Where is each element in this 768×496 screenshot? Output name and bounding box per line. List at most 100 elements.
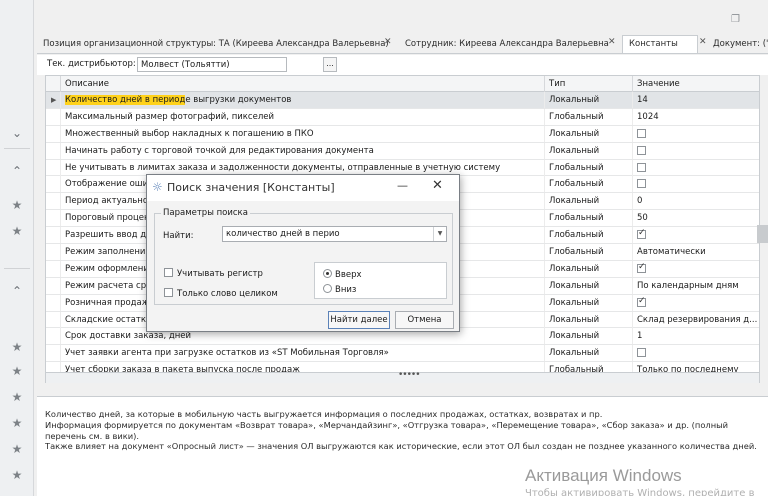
cell-type[interactable]: Глобальный xyxy=(545,108,633,125)
star-icon[interactable]: ★ xyxy=(0,416,34,430)
direction-down-radio[interactable]: Вниз xyxy=(323,284,356,295)
direction-group: Вверх Вниз xyxy=(314,262,447,299)
cell-value[interactable] xyxy=(633,261,759,277)
find-input[interactable]: количество дней в перио ▼ xyxy=(222,226,447,242)
tab-constants[interactable]: Константы xyxy=(622,35,698,53)
cell-value[interactable]: По календарным дням xyxy=(633,278,759,294)
cell-type[interactable]: Глобальный xyxy=(545,159,633,176)
chevron-down-icon[interactable]: ⌄ xyxy=(0,126,34,140)
checkbox-icon[interactable] xyxy=(164,288,173,297)
chevron-up-icon[interactable]: ⌃ xyxy=(0,284,34,298)
checkbox-icon[interactable] xyxy=(637,179,646,189)
table-row[interactable]: Максимальный размер фотографий, пикселей… xyxy=(46,108,759,126)
cell-value[interactable]: 0 xyxy=(633,193,759,209)
cell-value[interactable] xyxy=(633,126,759,142)
distributor-field[interactable]: Молвест (Тольятти) xyxy=(137,57,287,72)
cancel-button[interactable]: Отмена xyxy=(395,311,454,329)
cell-value[interactable]: 14 xyxy=(633,92,759,108)
star-icon[interactable]: ★ xyxy=(0,468,34,482)
whole-word-checkbox[interactable]: Только слово целиком xyxy=(164,288,278,299)
cell-value[interactable]: Автоматически xyxy=(633,244,759,260)
cell-type[interactable]: Глобальный xyxy=(545,362,633,372)
checkbox-icon[interactable] xyxy=(637,348,646,358)
cell-value[interactable] xyxy=(633,160,759,176)
cell-value[interactable] xyxy=(633,345,759,361)
table-row[interactable]: Множественный выбор накладных к погашени… xyxy=(46,125,759,143)
chevron-up-icon[interactable]: ⌃ xyxy=(0,164,34,178)
checkbox-checked-icon[interactable] xyxy=(637,262,646,273)
cell-type[interactable]: Локальный xyxy=(545,345,633,362)
cell-value[interactable] xyxy=(633,143,759,159)
star-icon[interactable]: ★ xyxy=(0,198,34,212)
description-line: Информация формируется по документам «Во… xyxy=(45,419,729,441)
cell-type[interactable]: Локальный xyxy=(545,277,633,294)
match-case-checkbox[interactable]: Учитывать регистр xyxy=(164,268,263,279)
cell-value[interactable]: 50 xyxy=(633,210,759,226)
tab-document[interactable]: Документ: (' xyxy=(707,36,768,53)
checkbox-checked-icon[interactable] xyxy=(637,296,646,307)
cell-description[interactable]: Начинать работу с торговой точкой для ре… xyxy=(61,142,545,159)
star-icon[interactable]: ★ xyxy=(0,340,34,354)
cell-value[interactable]: 1 xyxy=(633,328,759,344)
cell-type[interactable]: Локальный xyxy=(545,125,633,142)
scroll-thumb[interactable] xyxy=(757,225,768,243)
star-icon[interactable]: ★ xyxy=(0,442,34,456)
distributor-select-button[interactable]: ... xyxy=(323,57,337,72)
panel-splitter[interactable]: ••••• xyxy=(45,370,760,383)
checkbox-icon[interactable] xyxy=(637,145,646,155)
checkbox-checked-icon[interactable] xyxy=(637,228,646,240)
close-icon[interactable]: ✕ xyxy=(699,37,707,47)
tab-org-position[interactable]: Позиция организационной структуры: ТА (К… xyxy=(37,36,395,53)
cell-description-text: Режим заполнения xyxy=(65,247,151,258)
cell-description[interactable]: Количество дней в периоде выгрузки докум… xyxy=(61,92,545,108)
rail-divider xyxy=(4,148,30,149)
cell-description[interactable]: Множественный выбор накладных к погашени… xyxy=(61,125,545,142)
direction-up-radio[interactable]: Вверх xyxy=(323,269,362,280)
cell-type[interactable]: Глобальный xyxy=(545,210,633,227)
star-icon[interactable]: ★ xyxy=(0,224,34,238)
dropdown-arrow-icon[interactable]: ▼ xyxy=(433,227,446,241)
radio-icon[interactable] xyxy=(323,269,332,278)
column-header-type[interactable]: Тип xyxy=(545,76,633,92)
cell-type[interactable]: Глобальный xyxy=(545,227,633,244)
cell-value[interactable] xyxy=(633,227,759,243)
cell-type[interactable]: Локальный xyxy=(545,311,633,328)
description-line: Также влияет на документ «Опросный лист»… xyxy=(45,441,757,452)
cell-value[interactable]: 1024 xyxy=(633,109,759,125)
checkbox-icon[interactable] xyxy=(637,128,646,138)
cell-type[interactable]: Локальный xyxy=(545,92,633,108)
checkbox-icon[interactable] xyxy=(637,162,646,172)
cell-type[interactable]: Локальный xyxy=(545,294,633,311)
tab-employee[interactable]: Сотрудник: Киреева Александра Валерьевна xyxy=(399,36,615,53)
restore-window-icon[interactable]: ❐ xyxy=(731,14,740,25)
cell-description[interactable]: Максимальный размер фотографий, пикселей xyxy=(61,108,545,125)
cell-type[interactable]: Глобальный xyxy=(545,244,633,261)
checkbox-icon[interactable] xyxy=(164,268,173,277)
cell-value[interactable]: Склад резервирования д... xyxy=(633,312,759,328)
column-header-description[interactable]: Описание xyxy=(61,76,545,92)
cell-type[interactable]: Локальный xyxy=(545,328,633,345)
find-next-button[interactable]: Найти далее xyxy=(328,311,390,329)
star-icon[interactable]: ★ xyxy=(0,390,34,404)
dialog-titlebar[interactable]: ☼ Поиск значения [Константы] — ✕ xyxy=(147,175,459,201)
cell-description[interactable]: Учет заявки агента при загрузке остатков… xyxy=(61,345,545,362)
cell-description[interactable]: Учет сборки заказа в пакета выпуска посл… xyxy=(61,362,545,372)
cell-type[interactable]: Локальный xyxy=(545,142,633,159)
table-row[interactable]: Учет заявки агента при загрузке остатков… xyxy=(46,345,759,363)
cell-type[interactable]: Локальный xyxy=(545,260,633,277)
close-icon[interactable]: ✕ xyxy=(384,37,392,47)
cell-type[interactable]: Глобальный xyxy=(545,176,633,193)
close-icon[interactable]: ✕ xyxy=(608,37,616,47)
table-row[interactable]: ▶ Количество дней в периоде выгрузки доку… xyxy=(46,92,759,109)
star-icon[interactable]: ★ xyxy=(0,364,34,378)
column-header-value[interactable]: Значение xyxy=(633,76,759,92)
distributor-filter-row: Тек. дистрибьютор: Молвест (Тольятти) ..… xyxy=(37,55,768,75)
cell-type[interactable]: Локальный xyxy=(545,193,633,210)
cell-value[interactable] xyxy=(633,295,759,311)
close-icon[interactable]: ✕ xyxy=(432,178,443,193)
cell-value[interactable] xyxy=(633,176,759,192)
cell-value[interactable]: Только по последнему xyxy=(633,362,759,372)
minimize-icon[interactable]: — xyxy=(397,179,408,192)
radio-icon[interactable] xyxy=(323,284,332,293)
table-row[interactable]: Начинать работу с торговой точкой для ре… xyxy=(46,142,759,160)
